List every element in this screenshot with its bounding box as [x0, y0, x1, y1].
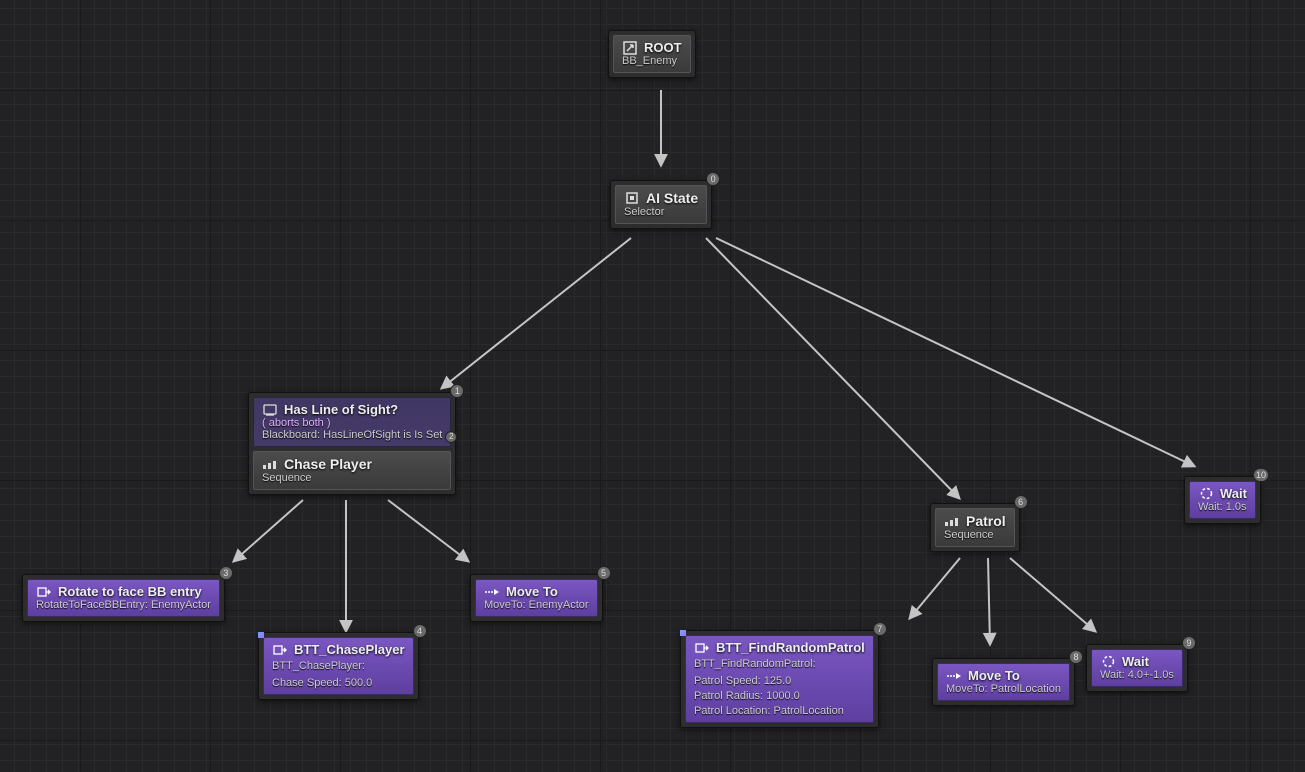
node-btt-findrandompatrol[interactable]: 7 BTT_FindRandomPatrol BTT_FindRandomPat…: [680, 630, 879, 728]
decorator-title: Has Line of Sight?: [284, 402, 398, 417]
index-badge: 9: [1182, 636, 1196, 650]
moveto-title: Move To: [506, 584, 558, 599]
wait1-title: Wait: [1220, 486, 1247, 501]
moveto2-sub: MoveTo: PatrolLocation: [946, 683, 1061, 695]
node-chase-player[interactable]: 1 2 Has Line of Sight? ( aborts both ) B…: [248, 392, 456, 495]
sequence-icon: [944, 514, 960, 528]
moveto-icon: [484, 585, 500, 599]
chase-title: Chase Player: [284, 456, 372, 472]
index-badge: 4: [413, 624, 427, 638]
btt-chase-sub2: Chase Speed: 500.0: [272, 677, 405, 689]
wait2-sub: Wait: 4.0+-1.0s: [1100, 669, 1174, 681]
moveto2-title: Move To: [968, 668, 1020, 683]
decorator-bb: Blackboard: HasLineOfSight is Is Set: [262, 429, 442, 441]
index-badge: 2: [445, 431, 457, 443]
wait1-sub: Wait: 1.0s: [1198, 501, 1247, 513]
sequence-icon: [262, 457, 278, 471]
btt-find-sub2: Patrol Speed: 125.0: [694, 675, 865, 687]
blueprint-marker: [680, 630, 686, 636]
node-ai-state[interactable]: 0 AI State Selector: [610, 180, 712, 229]
node-moveto-enemy[interactable]: 5 Move To MoveTo: EnemyActor: [470, 574, 603, 622]
index-badge: 7: [873, 622, 887, 636]
btt-chase-sub1: BTT_ChasePlayer:: [272, 660, 405, 672]
decorator-abort: ( aborts both ): [262, 417, 442, 429]
btt-find-sub3: Patrol Radius: 1000.0: [694, 690, 865, 702]
selector-icon: [624, 191, 640, 205]
wait-icon: [1198, 487, 1214, 501]
index-badge: 5: [597, 566, 611, 580]
rotate-sub: RotateToFaceBBEntry: EnemyActor: [36, 599, 211, 611]
node-rotate[interactable]: 3 Rotate to face BB entry RotateToFaceBB…: [22, 574, 225, 622]
index-badge: 6: [1014, 495, 1028, 509]
root-sub: BB_Enemy: [622, 55, 682, 67]
btt-find-sub1: BTT_FindRandomPatrol:: [694, 658, 865, 670]
task-icon: [36, 585, 52, 599]
node-wait[interactable]: 10 Wait Wait: 1.0s: [1184, 476, 1261, 524]
wait-icon: [1100, 655, 1116, 669]
patrol-title: Patrol: [966, 513, 1006, 529]
btt-chase-title: BTT_ChasePlayer: [294, 642, 405, 657]
blueprint-marker: [258, 632, 264, 638]
root-title: ROOT: [644, 40, 682, 55]
task-icon: [694, 641, 710, 655]
btt-find-sub4: Patrol Location: PatrolLocation: [694, 705, 865, 717]
chase-sub: Sequence: [262, 472, 442, 484]
ai-state-title: AI State: [646, 190, 698, 206]
blackboard-icon: [262, 403, 278, 417]
node-root[interactable]: ROOT BB_Enemy: [608, 30, 696, 78]
wait2-title: Wait: [1122, 654, 1149, 669]
decorator-has-line-of-sight[interactable]: 2 Has Line of Sight? ( aborts both ) Bla…: [253, 397, 451, 447]
ai-state-sub: Selector: [624, 206, 698, 218]
moveto-sub: MoveTo: EnemyActor: [484, 599, 589, 611]
rotate-title: Rotate to face BB entry: [58, 584, 202, 599]
task-icon: [272, 643, 288, 657]
index-badge: 3: [219, 566, 233, 580]
node-moveto-patrol[interactable]: 8 Move To MoveTo: PatrolLocation: [932, 658, 1075, 706]
root-icon: [622, 41, 638, 55]
node-btt-chaseplayer[interactable]: 4 BTT_ChasePlayer BTT_ChasePlayer: Chase…: [258, 632, 419, 700]
btt-find-title: BTT_FindRandomPatrol: [716, 640, 865, 655]
index-badge: 8: [1069, 650, 1083, 664]
node-wait-patrol[interactable]: 9 Wait Wait: 4.0+-1.0s: [1086, 644, 1188, 692]
moveto-icon: [946, 669, 962, 683]
patrol-sub: Sequence: [944, 529, 1006, 541]
index-badge: 10: [1253, 468, 1269, 482]
node-patrol[interactable]: 6 Patrol Sequence: [930, 503, 1020, 552]
